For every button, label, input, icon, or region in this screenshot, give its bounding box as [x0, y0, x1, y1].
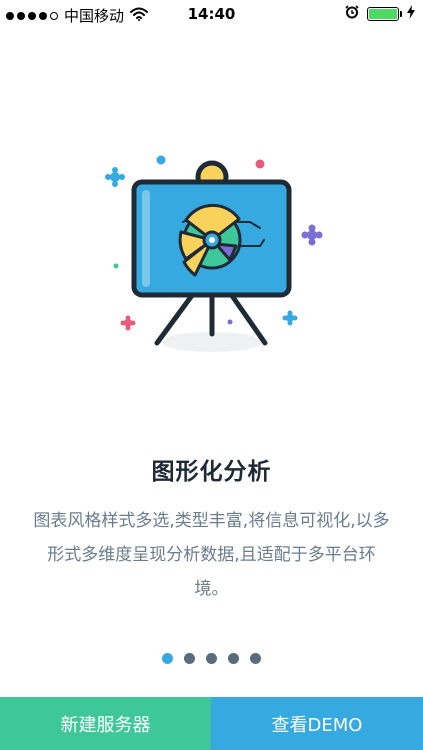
page-dot[interactable] — [250, 653, 261, 664]
page-dot[interactable] — [228, 653, 239, 664]
page-dot[interactable] — [206, 653, 217, 664]
status-right — [345, 5, 415, 23]
battery-level — [369, 9, 397, 19]
status-bar: 中国移动 14:40 — [0, 0, 423, 28]
page-dot[interactable] — [162, 653, 173, 664]
new-server-button[interactable]: 新建服务器 — [0, 697, 211, 750]
charging-bolt-icon — [407, 5, 415, 23]
battery-icon — [367, 7, 402, 21]
onboarding-description: 图表风格样式多选,类型丰富,将信息可视化,以多形式多维度呈现分析数据,且适配于多… — [33, 511, 390, 599]
alarm-icon — [345, 5, 359, 23]
sparkle-icon — [105, 167, 125, 187]
page-dot[interactable] — [184, 653, 195, 664]
onboarding-title: 图形化分析 — [151, 459, 272, 485]
page-indicator[interactable] — [0, 653, 423, 664]
presentation-board-pie-chart-icon — [100, 150, 330, 360]
view-demo-button[interactable]: 查看DEMO — [211, 697, 423, 750]
